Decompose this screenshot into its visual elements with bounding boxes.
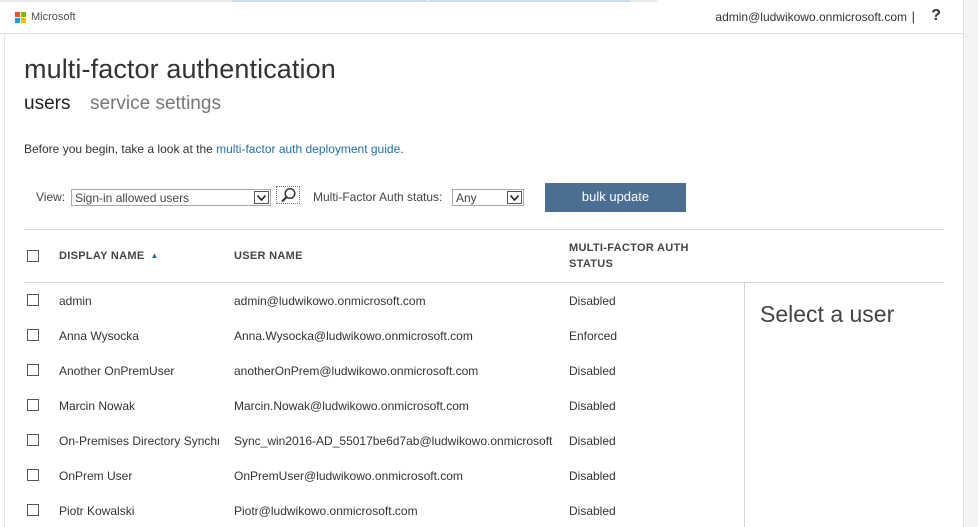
row-checkbox[interactable]: [27, 294, 39, 306]
cell-user-name: anotherOnPrem@ludwikowo.onmicrosoft.com: [234, 364, 479, 378]
page-title: multi-factor authentication: [24, 54, 336, 84]
deployment-guide-link[interactable]: multi-factor auth deployment guide: [216, 142, 400, 156]
mfa-status-label: Multi-Factor Auth status:: [313, 190, 443, 204]
table-row[interactable]: OnPrem User OnPremUser@ludwikowo.onmicros…: [24, 463, 744, 498]
row-checkbox[interactable]: [27, 434, 39, 446]
column-header-mfa-status[interactable]: MULTI-FACTOR AUTH STATUS: [569, 240, 689, 272]
cell-user-name: Anna.Wysocka@ludwikowo.onmicrosoft.com: [234, 329, 473, 343]
help-icon[interactable]: ?: [931, 7, 941, 25]
select-all-checkbox[interactable]: [27, 250, 39, 262]
cell-user-name: Sync_win2016-AD_55017be6d7ab@ludwikowo.o…: [234, 434, 553, 448]
cell-user-name: admin@ludwikowo.onmicrosoft.com: [234, 294, 426, 308]
table-row[interactable]: Marcin Nowak Marcin.Nowak@ludwikowo.onmic…: [24, 393, 744, 428]
column-header-mfa-status-line1: MULTI-FACTOR AUTH: [569, 242, 689, 254]
scrollbar[interactable]: [963, 0, 978, 527]
table-header-divider: [24, 282, 944, 283]
intro-text: Before you begin, take a look at the mul…: [24, 142, 404, 156]
cell-mfa-status: Enforced: [569, 329, 618, 343]
view-select-value: Sign-in allowed users: [75, 191, 190, 205]
column-header-user-name[interactable]: USER NAME: [234, 248, 303, 264]
table-row[interactable]: Anna Wysocka Anna.Wysocka@ludwikowo.onmic…: [24, 323, 744, 358]
signed-in-user[interactable]: admin@ludwikowo.onmicrosoft.com: [715, 10, 907, 24]
cell-display-name: Another OnPremUser: [59, 364, 175, 378]
cell-mfa-status: Disabled: [569, 469, 616, 483]
table-top-divider: [24, 229, 944, 230]
cell-mfa-status: Disabled: [569, 504, 616, 518]
cell-display-name: Piotr Kowalski: [59, 504, 135, 518]
table-row[interactable]: Another OnPremUser anotherOnPrem@ludwikow…: [24, 358, 744, 393]
column-header-display-name[interactable]: DISPLAY NAME ▲: [59, 248, 159, 264]
sort-ascending-icon: ▲: [150, 251, 159, 260]
row-checkbox[interactable]: [27, 504, 39, 516]
table-row[interactable]: admin admin@ludwikowo.onmicrosoft.com Disa…: [24, 288, 744, 323]
mfa-status-value: Any: [456, 191, 477, 205]
row-checkbox[interactable]: [27, 329, 39, 341]
detail-panel-placeholder: Select a user: [760, 301, 895, 327]
cell-mfa-status: Disabled: [569, 434, 616, 448]
detail-panel-divider: [744, 283, 745, 527]
table-row[interactable]: Piotr Kowalski Piotr@ludwikowo.onmicrosof…: [24, 498, 744, 527]
brand-name: Microsoft: [31, 11, 76, 23]
table-row[interactable]: On-Premises Directory Synchr Sync_win2016…: [24, 428, 744, 463]
cell-user-name: Marcin.Nowak@ludwikowo.onmicrosoft.com: [234, 399, 469, 413]
tab-service-settings[interactable]: service settings: [90, 93, 221, 115]
column-header-display-name-label: DISPLAY NAME: [59, 250, 145, 262]
row-checkbox[interactable]: [27, 469, 39, 481]
cell-mfa-status: Disabled: [569, 399, 616, 413]
intro-suffix: .: [400, 142, 404, 156]
microsoft-logo-icon: [15, 12, 27, 24]
view-select[interactable]: Sign-in allowed users: [71, 189, 271, 206]
cell-user-name: Piotr@ludwikowo.onmicrosoft.com: [234, 504, 418, 518]
column-header-mfa-status-line2: STATUS: [569, 258, 614, 270]
intro-prefix: Before you begin, take a look at the: [24, 142, 217, 156]
search-icon: [281, 187, 296, 203]
bulk-update-button[interactable]: bulk update: [545, 183, 686, 212]
top-header: Microsoft admin@ludwikowo.onmicrosoft.co…: [0, 0, 964, 34]
mfa-page: Microsoft admin@ludwikowo.onmicrosoft.co…: [0, 0, 978, 527]
cell-display-name: admin: [59, 294, 92, 308]
cell-mfa-status: Disabled: [569, 364, 616, 378]
header-separator: |: [911, 9, 915, 24]
cell-display-name: Anna Wysocka: [59, 329, 139, 343]
chevron-down-icon: [254, 191, 269, 204]
row-checkbox[interactable]: [27, 364, 39, 376]
cell-mfa-status: Disabled: [569, 294, 616, 308]
left-border: [4, 34, 5, 527]
search-button[interactable]: [276, 186, 300, 204]
cell-user-name: OnPremUser@ludwikowo.onmicrosoft.com: [234, 469, 463, 483]
cell-display-name: Marcin Nowak: [59, 399, 136, 413]
mfa-status-select[interactable]: Any: [452, 189, 524, 206]
tab-users[interactable]: users: [24, 93, 70, 115]
cell-display-name: On-Premises Directory Synchr: [59, 434, 219, 448]
row-checkbox[interactable]: [27, 399, 39, 411]
chevron-down-icon: [507, 191, 522, 204]
cell-display-name: OnPrem User: [59, 469, 133, 483]
view-label: View:: [36, 190, 66, 204]
